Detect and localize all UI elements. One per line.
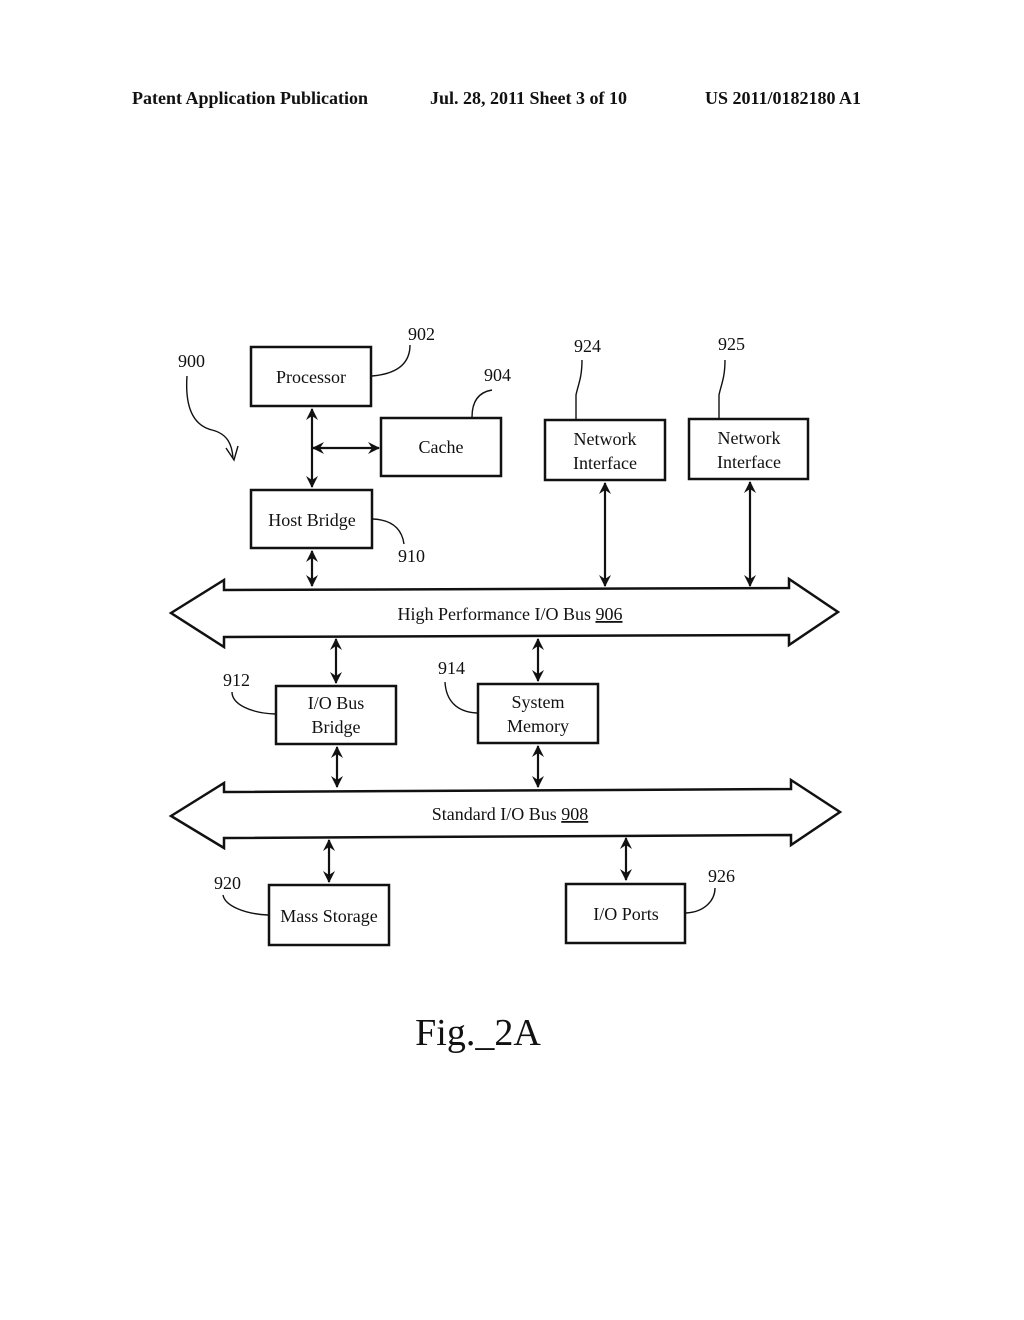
ref-914: 914	[438, 658, 465, 678]
leader-912	[231, 691, 276, 715]
io-ports-block: I/O Ports	[564, 882, 687, 945]
leader-910	[372, 518, 405, 545]
ref-904: 904	[484, 365, 511, 385]
network-interface-924-line1: Network	[574, 429, 637, 449]
ref-920: 920	[214, 873, 241, 893]
leader-925	[718, 359, 726, 418]
processor-block: Processor	[249, 345, 373, 408]
mass-storage-block: Mass Storage	[267, 883, 391, 947]
network-interface-925-block: Network Interface	[687, 417, 810, 481]
block-diagram: 900 Processor 902 Cache 904 Host Bridge …	[168, 324, 843, 1054]
network-interface-925-line2: Interface	[717, 452, 781, 472]
cache-block: Cache	[379, 416, 503, 478]
ref-910: 910	[398, 546, 425, 566]
leader-904	[471, 389, 493, 418]
bus-908-label: Standard I/O Bus 908	[432, 804, 589, 824]
cache-label: Cache	[419, 437, 464, 457]
leader-920	[222, 894, 269, 916]
ref-900: 900	[178, 351, 205, 371]
processor-label: Processor	[276, 367, 346, 387]
ref-925: 925	[718, 334, 745, 354]
io-bus-bridge-line2: Bridge	[312, 717, 361, 737]
system-memory-line2: Memory	[507, 716, 569, 736]
io-bus-bridge-block: I/O Bus Bridge	[274, 684, 398, 746]
high-performance-io-bus: High Performance I/O Bus 906	[168, 576, 841, 650]
ref-912: 912	[223, 670, 250, 690]
leader-914	[444, 681, 478, 714]
io-bus-bridge-line1: I/O Bus	[308, 693, 365, 713]
system-memory-block: System Memory	[476, 682, 600, 745]
standard-io-bus: Standard I/O Bus 908	[168, 777, 843, 851]
io-ports-label: I/O Ports	[593, 904, 659, 924]
host-bridge-label: Host Bridge	[268, 510, 356, 530]
mass-storage-label: Mass Storage	[280, 906, 378, 926]
leader-924	[575, 359, 583, 419]
network-interface-925-line1: Network	[718, 428, 781, 448]
network-interface-924-line2: Interface	[573, 453, 637, 473]
system-memory-line1: System	[511, 692, 564, 712]
leader-902	[371, 344, 411, 377]
leader-926	[685, 887, 716, 914]
ref-902: 902	[408, 324, 435, 344]
ref-924: 924	[574, 336, 601, 356]
bus-906-label: High Performance I/O Bus 906	[398, 604, 623, 624]
host-bridge-block: Host Bridge	[249, 488, 374, 550]
network-interface-924-block: Network Interface	[543, 418, 667, 482]
system-pointer-arrow	[185, 375, 234, 459]
ref-926: 926	[708, 866, 735, 886]
figure-caption: Fig._2A	[415, 1012, 541, 1054]
